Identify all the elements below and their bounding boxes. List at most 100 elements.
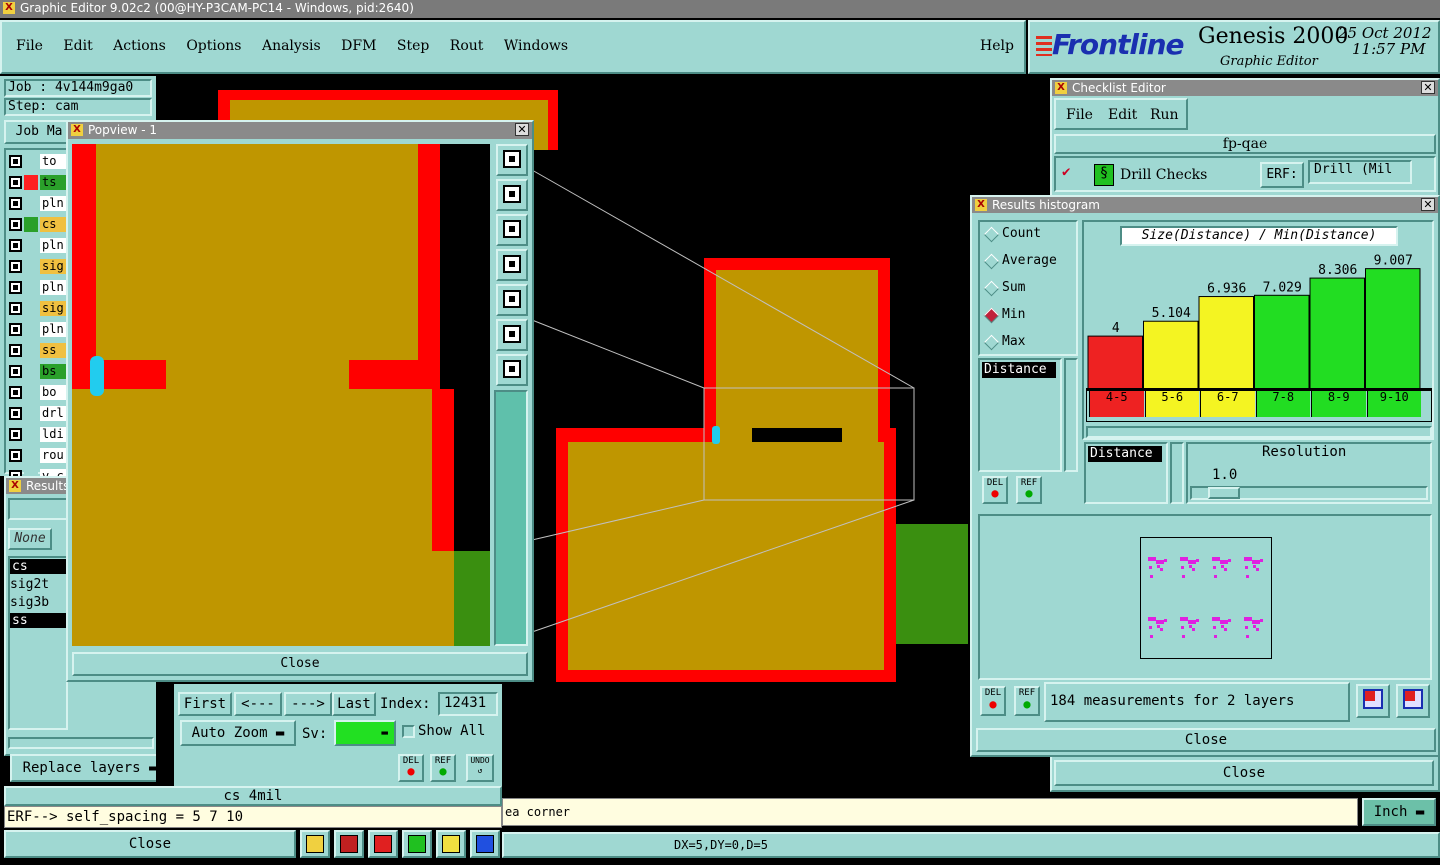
pan-left-icon[interactable] <box>496 249 528 281</box>
results-list-item[interactable]: sig3b <box>10 595 49 610</box>
main-close-button[interactable]: Close <box>4 830 296 858</box>
layer-checkbox[interactable] <box>9 323 22 336</box>
histogram-bar[interactable] <box>1143 320 1199 390</box>
layer-name[interactable]: sig <box>40 301 66 316</box>
zoom-up-icon[interactable] <box>496 179 528 211</box>
layer-name[interactable]: pln <box>40 322 66 337</box>
sv-dropdown[interactable]: ▬ <box>334 720 396 746</box>
layer-checkbox[interactable] <box>9 176 22 189</box>
ref-button[interactable]: REF ● <box>430 754 456 782</box>
layer-checkbox[interactable] <box>9 155 22 168</box>
layer-row[interactable]: rou <box>8 447 66 464</box>
step-icon[interactable] <box>402 830 432 858</box>
layer-checkbox[interactable] <box>9 449 22 462</box>
layer-row[interactable]: sig <box>8 300 66 317</box>
distance-scroll[interactable] <box>1170 442 1184 504</box>
stat-radio-count[interactable] <box>984 227 998 241</box>
attribute-list-scroll[interactable] <box>1064 358 1078 472</box>
histogram-bar[interactable] <box>1198 296 1254 390</box>
layer-name[interactable]: ldi <box>40 427 66 442</box>
show-all-checkbox[interactable] <box>402 725 415 738</box>
checklist-close-icon[interactable]: ✕ <box>1421 81 1435 94</box>
check-checkbox[interactable]: ✔ <box>1062 165 1074 179</box>
layer-row[interactable]: pln <box>8 279 66 296</box>
checklist-menu-run[interactable]: Run <box>1150 107 1179 123</box>
menu-help[interactable]: Help <box>980 38 1014 54</box>
layer-row[interactable]: pln <box>8 237 66 254</box>
histogram-del-button[interactable]: DEL ● <box>982 476 1008 504</box>
layer-checkbox[interactable] <box>9 386 22 399</box>
layer-checkbox[interactable] <box>9 281 22 294</box>
menu-step[interactable]: Step <box>397 38 429 54</box>
menu-analysis[interactable]: Analysis <box>262 38 321 54</box>
layer-name[interactable]: pln <box>40 280 66 295</box>
resolution-slider-thumb[interactable] <box>1208 487 1240 499</box>
undo-button[interactable]: UNDO ↺ <box>466 754 494 782</box>
notes-icon[interactable] <box>436 830 466 858</box>
layer-name[interactable]: ts <box>40 175 66 190</box>
layer-checkbox[interactable] <box>9 428 22 441</box>
histogram-bar[interactable] <box>1087 335 1143 390</box>
replace-layers-button[interactable]: Replace layers ▬ <box>10 754 170 782</box>
layer-row[interactable]: pln <box>8 195 66 212</box>
menu-file[interactable]: File <box>16 38 43 54</box>
histogram-ref-button[interactable]: REF ● <box>1016 476 1042 504</box>
units-dropdown[interactable]: Inch ▬ <box>1362 798 1436 826</box>
layer-checkbox[interactable] <box>9 344 22 357</box>
layer-name[interactable]: bo <box>40 385 66 400</box>
checklist-close-button[interactable]: Close <box>1054 760 1434 786</box>
layer-stack-icon[interactable] <box>300 830 330 858</box>
first-button[interactable]: First <box>178 692 232 716</box>
del-button[interactable]: DEL ● <box>398 754 424 782</box>
layer-name[interactable]: cs <box>40 217 66 232</box>
distance-field-item[interactable]: Distance <box>1088 446 1162 462</box>
attribute-list-item[interactable]: Distance <box>982 362 1056 378</box>
menu-windows[interactable]: Windows <box>504 38 568 54</box>
layer-checkbox[interactable] <box>9 260 22 273</box>
layer-checkbox[interactable] <box>9 239 22 252</box>
layer-row[interactable]: pln <box>8 321 66 338</box>
last-button[interactable]: Last <box>332 692 376 716</box>
results-list-item[interactable]: ss <box>10 613 66 628</box>
layer-checkbox[interactable] <box>9 365 22 378</box>
layer-checkbox[interactable] <box>9 197 22 210</box>
menu-rout[interactable]: Rout <box>450 38 484 54</box>
histogram-bar[interactable] <box>1365 268 1421 390</box>
histogram-icon[interactable] <box>470 830 500 858</box>
results-list-item[interactable]: cs <box>10 559 66 574</box>
layer-row[interactable]: drl <box>8 405 66 422</box>
zoom-down-icon[interactable] <box>496 214 528 246</box>
layer-row[interactable]: ss <box>8 342 66 359</box>
layer-checkbox[interactable] <box>9 407 22 420</box>
job-matrix-button[interactable]: Job Ma <box>4 120 74 144</box>
layer-row[interactable]: sig <box>8 258 66 275</box>
report-icon[interactable] <box>334 830 364 858</box>
stat-radio-min[interactable] <box>984 308 998 322</box>
layer-checkbox[interactable] <box>9 218 22 231</box>
menu-dfm[interactable]: DFM <box>341 38 376 54</box>
zoom-home-icon[interactable] <box>496 354 528 386</box>
histogram-close-button[interactable]: Close <box>976 728 1436 752</box>
popview-close-icon[interactable]: ✕ <box>515 123 529 136</box>
layer-row[interactable]: bs <box>8 363 66 380</box>
layer-name[interactable]: pln <box>40 196 66 211</box>
histogram-del-button-2[interactable]: DEL ● <box>980 686 1006 716</box>
histogram-close-icon[interactable]: ✕ <box>1421 198 1435 211</box>
stat-radio-average[interactable] <box>984 254 998 268</box>
layer-row[interactable]: to <box>8 153 66 170</box>
layer-name[interactable]: pln <box>40 238 66 253</box>
layer-name[interactable]: ss <box>40 343 66 358</box>
menu-actions[interactable]: Actions <box>113 38 166 54</box>
layer-name[interactable]: sig <box>40 259 66 274</box>
check-name[interactable]: Drill Checks <box>1120 167 1207 183</box>
histogram-bar[interactable] <box>1254 294 1310 390</box>
auto-zoom-button[interactable]: Auto Zoom ▬ <box>180 720 296 746</box>
chart-hscroll[interactable] <box>1086 426 1432 438</box>
checklist-menu-file[interactable]: File <box>1066 107 1093 123</box>
prev-button[interactable]: <--- <box>234 692 282 716</box>
checklist-menu-edit[interactable]: Edit <box>1108 107 1137 123</box>
export-chart-button[interactable] <box>1356 684 1390 718</box>
layer-name[interactable]: rou <box>40 448 66 463</box>
stat-radio-max[interactable] <box>984 335 998 349</box>
layer-row[interactable]: ts <box>8 174 66 191</box>
